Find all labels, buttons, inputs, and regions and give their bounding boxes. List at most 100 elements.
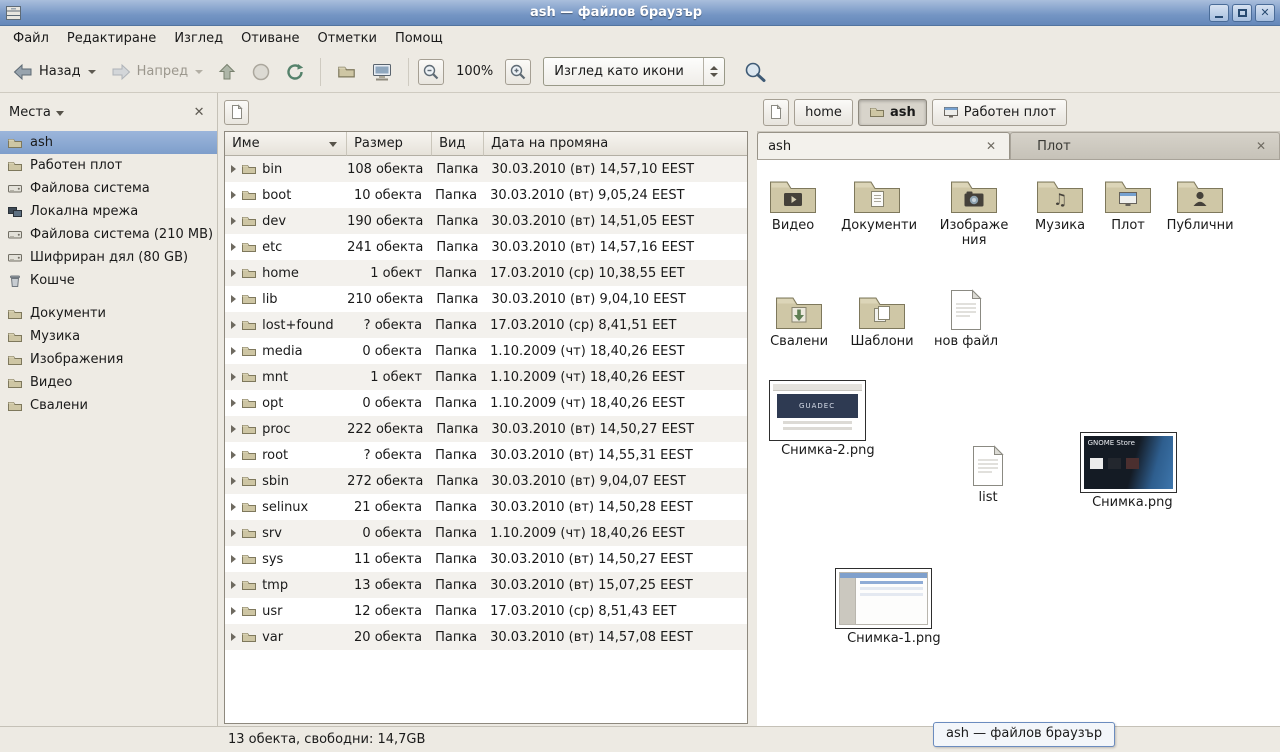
tab-close-icon[interactable]: ✕ xyxy=(983,139,999,153)
chevron-down-icon[interactable] xyxy=(56,111,64,116)
sidebar-item[interactable]: Файлова система xyxy=(0,177,217,200)
tab[interactable]: ash✕ xyxy=(757,132,1010,159)
table-row[interactable]: etc241 обектаПапка30.03.2010 (вт) 14,57,… xyxy=(225,234,747,260)
expander-icon[interactable] xyxy=(231,503,236,511)
table-row[interactable]: sbin272 обектаПапка30.03.2010 (вт) 9,04,… xyxy=(225,468,747,494)
expander-icon[interactable] xyxy=(231,165,236,173)
pathbar-button[interactable]: ash xyxy=(858,99,927,126)
column-header[interactable]: Вид xyxy=(432,132,484,156)
file-icon-item[interactable]: Снимка-1.png xyxy=(833,568,933,647)
file-icon-item[interactable]: Документи xyxy=(839,174,915,234)
sidebar-item[interactable]: Изображения xyxy=(0,348,217,371)
table-row[interactable]: lost+found? обектаПапка17.03.2010 (ср) 8… xyxy=(225,312,747,338)
column-header[interactable]: Размер xyxy=(347,132,432,156)
sidebar-item[interactable]: Кошче xyxy=(0,269,217,292)
table-row[interactable]: media0 обектаПапка1.10.2009 (чт) 18,40,2… xyxy=(225,338,747,364)
computer-button[interactable] xyxy=(365,57,399,87)
expander-icon[interactable] xyxy=(231,477,236,485)
title-bar[interactable]: ash — файлов браузър ✕ xyxy=(0,0,1280,26)
table-row[interactable]: boot10 обектаПапка30.03.2010 (вт) 9,05,2… xyxy=(225,182,747,208)
file-icon-item[interactable]: Шаблони xyxy=(844,290,920,350)
minimize-button[interactable] xyxy=(1209,4,1229,22)
expander-icon[interactable] xyxy=(231,243,236,251)
file-icon-item[interactable]: GUADECСнимка-2.png xyxy=(767,380,867,459)
expander-icon[interactable] xyxy=(231,425,236,433)
sidebar-item[interactable]: Файлова система (210 MB) xyxy=(0,223,217,246)
expander-icon[interactable] xyxy=(231,451,236,459)
file-icon-item[interactable]: Свалени xyxy=(761,290,837,350)
menu-item[interactable]: Файл xyxy=(4,28,58,49)
maximize-button[interactable] xyxy=(1232,4,1252,22)
table-row[interactable]: srv0 обектаПапка1.10.2009 (чт) 18,40,26 … xyxy=(225,520,747,546)
menu-item[interactable]: Редактиране xyxy=(58,28,165,49)
file-icon-item[interactable]: Плот xyxy=(1090,174,1166,234)
file-icon-item[interactable]: Изображения xyxy=(936,174,1012,249)
back-button[interactable]: Назад xyxy=(6,57,102,87)
expander-icon[interactable] xyxy=(231,529,236,537)
reload-button[interactable] xyxy=(279,57,311,87)
sidebar-item[interactable]: Локална мрежа xyxy=(0,200,217,223)
expander-icon[interactable] xyxy=(231,295,236,303)
tab[interactable]: Плот✕ xyxy=(1010,132,1280,159)
tab-close-icon[interactable]: ✕ xyxy=(1253,139,1269,153)
expander-icon[interactable] xyxy=(231,191,236,199)
column-header[interactable]: Име xyxy=(225,132,347,156)
close-button[interactable]: ✕ xyxy=(1255,4,1275,22)
up-button[interactable] xyxy=(211,57,243,87)
zoom-in-button[interactable] xyxy=(505,59,531,85)
sidebar-close-button[interactable]: ✕ xyxy=(190,105,208,120)
pathbar-button[interactable]: Работен плот xyxy=(932,99,1067,126)
table-row[interactable]: var20 обектаПапка30.03.2010 (вт) 14,57,0… xyxy=(225,624,747,650)
sidebar-item[interactable]: Шифриран дял (80 GB) xyxy=(0,246,217,269)
expander-icon[interactable] xyxy=(231,269,236,277)
file-icon-item[interactable]: ♫Музика xyxy=(1022,174,1098,234)
menu-item[interactable]: Изглед xyxy=(165,28,232,49)
menu-item[interactable]: Помощ xyxy=(386,28,452,49)
table-row[interactable]: mnt1 обектПапка1.10.2009 (чт) 18,40,26 E… xyxy=(225,364,747,390)
table-row[interactable]: sys11 обектаПапка30.03.2010 (вт) 14,50,2… xyxy=(225,546,747,572)
back-history-dropdown-icon[interactable] xyxy=(88,70,96,74)
pathbar-button[interactable]: home xyxy=(794,99,853,126)
sidebar-item[interactable]: Свалени xyxy=(0,394,217,417)
table-row[interactable]: root? обектаПапка30.03.2010 (вт) 14,55,3… xyxy=(225,442,747,468)
sidebar-item[interactable]: Документи xyxy=(0,302,217,325)
forward-button[interactable]: Напред xyxy=(104,57,209,87)
file-icon-item[interactable]: Видео xyxy=(757,174,831,234)
expander-icon[interactable] xyxy=(231,217,236,225)
expander-icon[interactable] xyxy=(231,373,236,381)
file-icon-item[interactable]: GNOME StoreСнимка.png xyxy=(1078,432,1178,511)
table-row[interactable]: bin108 обектаПапка30.03.2010 (вт) 14,57,… xyxy=(225,156,747,182)
expander-icon[interactable] xyxy=(231,399,236,407)
location-button[interactable] xyxy=(224,100,249,125)
table-row[interactable]: lib210 обектаПапка30.03.2010 (вт) 9,04,1… xyxy=(225,286,747,312)
expander-icon[interactable] xyxy=(231,581,236,589)
sidebar-item[interactable]: ash xyxy=(0,131,217,154)
menu-item[interactable]: Отметки xyxy=(308,28,385,49)
expander-icon[interactable] xyxy=(231,347,236,355)
column-header[interactable]: Дата на промяна xyxy=(484,132,747,156)
home-folder-button[interactable] xyxy=(330,57,363,86)
table-row[interactable]: dev190 обектаПапка30.03.2010 (вт) 14,51,… xyxy=(225,208,747,234)
stop-button[interactable] xyxy=(245,57,277,87)
search-button[interactable] xyxy=(737,56,773,88)
forward-history-dropdown-icon[interactable] xyxy=(195,70,203,74)
file-icon-item[interactable]: нов файл xyxy=(928,288,1004,350)
file-icon-item[interactable]: list xyxy=(950,444,1026,506)
sidebar-item[interactable]: Музика xyxy=(0,325,217,348)
menu-item[interactable]: Отиване xyxy=(232,28,308,49)
table-row[interactable]: usr12 обектаПапка17.03.2010 (ср) 8,51,43… xyxy=(225,598,747,624)
table-row[interactable]: tmp13 обектаПапка30.03.2010 (вт) 15,07,2… xyxy=(225,572,747,598)
table-row[interactable]: selinux21 обектаПапка30.03.2010 (вт) 14,… xyxy=(225,494,747,520)
expander-icon[interactable] xyxy=(231,607,236,615)
table-row[interactable]: proc222 обектаПапка30.03.2010 (вт) 14,50… xyxy=(225,416,747,442)
view-mode-select[interactable]: Изглед като икони xyxy=(543,57,725,86)
expander-icon[interactable] xyxy=(231,633,236,641)
file-icon-item[interactable]: Публични xyxy=(1162,174,1238,234)
pathbar-root-button[interactable] xyxy=(763,99,789,126)
expander-icon[interactable] xyxy=(231,321,236,329)
table-row[interactable]: home1 обектПапка17.03.2010 (ср) 10,38,55… xyxy=(225,260,747,286)
expander-icon[interactable] xyxy=(231,555,236,563)
sidebar-item[interactable]: Работен плот xyxy=(0,154,217,177)
sidebar-item[interactable]: Видео xyxy=(0,371,217,394)
table-row[interactable]: opt0 обектаПапка1.10.2009 (чт) 18,40,26 … xyxy=(225,390,747,416)
